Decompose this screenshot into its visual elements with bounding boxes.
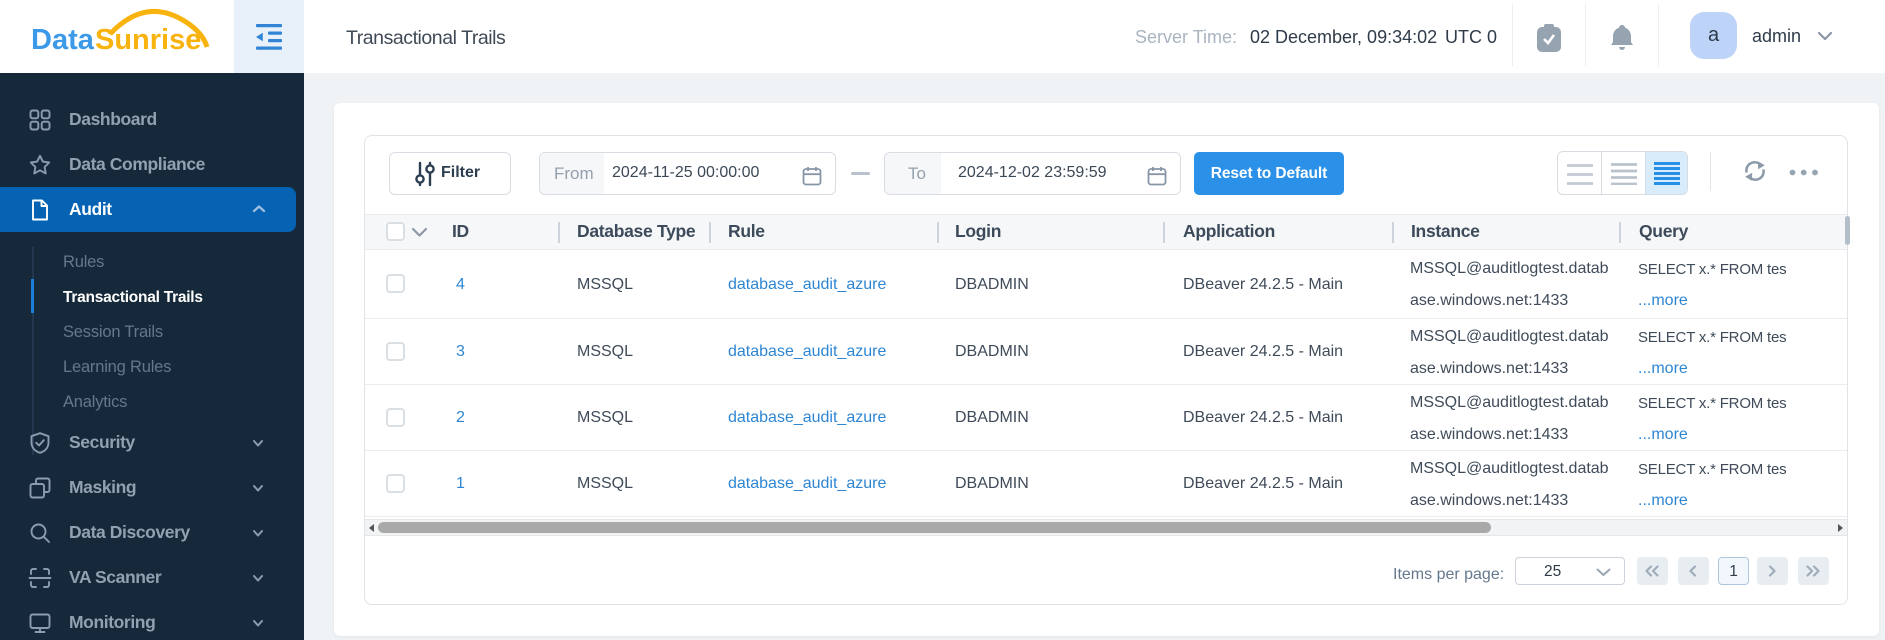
svg-text:Sunrise: Sunrise bbox=[95, 24, 201, 56]
svg-text:Data: Data bbox=[31, 24, 95, 56]
